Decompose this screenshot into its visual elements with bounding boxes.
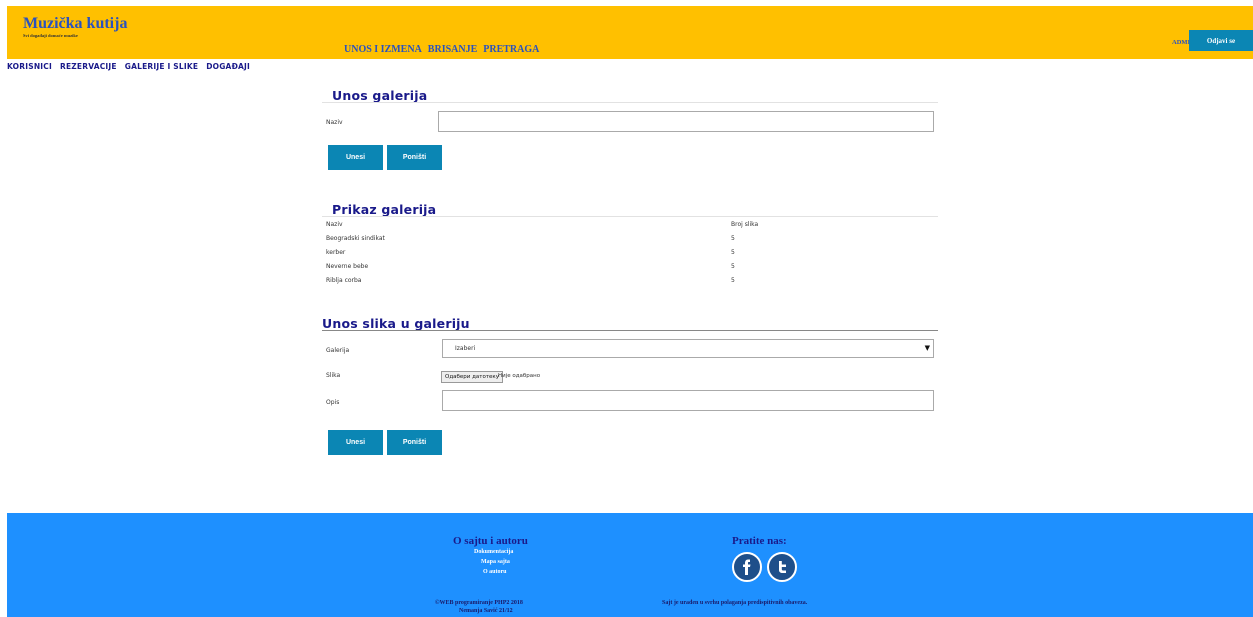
description-input[interactable] bbox=[442, 390, 934, 411]
gallery-name-label: Naziv bbox=[326, 119, 343, 126]
table-row: kerber 5 bbox=[326, 249, 938, 263]
image-count-cell: 5 bbox=[731, 277, 735, 284]
section-divider bbox=[322, 216, 938, 217]
description-label: Opis bbox=[326, 399, 340, 406]
gallery-reset-button[interactable]: Poništi bbox=[387, 145, 442, 170]
table-header: Naziv Broj slika bbox=[326, 221, 938, 235]
image-count-cell: 5 bbox=[731, 263, 735, 270]
column-header-naziv: Naziv bbox=[326, 221, 343, 228]
image-file-label: Slika bbox=[326, 372, 341, 379]
footer-link-o-autoru[interactable]: O autoru bbox=[483, 569, 507, 575]
gallery-select[interactable]: Izaberi ▼ bbox=[442, 339, 934, 358]
facebook-icon[interactable] bbox=[732, 552, 762, 582]
copyright-line2: Nemanja Savić 21/12 bbox=[459, 608, 513, 614]
choose-file-button[interactable]: Одабери датотеку bbox=[441, 371, 503, 383]
gallery-list-title: Prikaz galerija bbox=[332, 202, 437, 217]
footer-link-mapa-sajta[interactable]: Mapa sajta bbox=[481, 559, 510, 565]
image-entry-title: Unos slika u galeriju bbox=[322, 316, 470, 331]
image-reset-button[interactable]: Poništi bbox=[387, 430, 442, 455]
table-row: Neverne bebe 5 bbox=[326, 263, 938, 277]
subnav-rezervacije[interactable]: REZERVACIJE bbox=[60, 62, 117, 71]
column-header-broj-slika: Broj slika bbox=[731, 221, 759, 228]
gallery-name-cell: Beogradski sindikat bbox=[326, 235, 385, 242]
gallery-name-cell: kerber bbox=[326, 249, 346, 256]
subnav-korisnici[interactable]: KORISNICI bbox=[7, 62, 52, 71]
twitter-icon[interactable] bbox=[767, 552, 797, 582]
copyright-line1: ©WEB programiranje PHP2 2018 bbox=[435, 600, 523, 606]
subnav-galerije-i-slike[interactable]: GALERIJE I SLIKE bbox=[125, 62, 198, 71]
gallery-name-cell: Neverne bebe bbox=[326, 263, 369, 270]
about-heading: O sajtu i autoru bbox=[453, 535, 528, 547]
gallery-entry-title: Unos galerija bbox=[332, 88, 428, 103]
chevron-down-icon: ▼ bbox=[924, 344, 930, 352]
top-nav: UNOS I IZMENA BRISANJE PRETRAGA bbox=[344, 44, 539, 55]
section-divider bbox=[322, 102, 938, 103]
nav-unos-i-izmena[interactable]: UNOS I IZMENA bbox=[344, 44, 422, 55]
nav-pretraga[interactable]: PRETRAGA bbox=[483, 44, 539, 55]
site-subtitle: Svi događaji domaće muzike bbox=[23, 33, 78, 38]
image-count-cell: 5 bbox=[731, 249, 735, 256]
section-divider bbox=[322, 330, 938, 331]
nav-brisanje[interactable]: BRISANJE bbox=[428, 44, 477, 55]
footer: O sajtu i autoru Dokumentacija Mapa sajt… bbox=[7, 513, 1253, 617]
file-status-text: Није одабрано bbox=[498, 373, 541, 379]
image-submit-button[interactable]: Unesi bbox=[328, 430, 383, 455]
gallery-select-label: Galerija bbox=[326, 347, 350, 354]
table-row: Riblja corba 5 bbox=[326, 277, 938, 291]
subnav-dogadjaji[interactable]: DOGAĐAJI bbox=[206, 62, 250, 71]
image-count-cell: 5 bbox=[731, 235, 735, 242]
logout-button[interactable]: Odjavi se bbox=[1189, 30, 1253, 51]
header: Muzička kutija Svi događaji domaće muzik… bbox=[7, 6, 1253, 59]
gallery-submit-button[interactable]: Unesi bbox=[328, 145, 383, 170]
footer-link-dokumentacija[interactable]: Dokumentacija bbox=[474, 549, 513, 555]
sub-nav: KORISNICI REZERVACIJE GALERIJE I SLIKE D… bbox=[7, 62, 250, 71]
follow-heading: Pratite nas: bbox=[732, 535, 787, 547]
gallery-select-value: Izaberi bbox=[455, 345, 476, 352]
gallery-name-input[interactable] bbox=[438, 111, 934, 132]
site-title[interactable]: Muzička kutija bbox=[23, 15, 127, 33]
gallery-name-cell: Riblja corba bbox=[326, 277, 362, 284]
footer-note: Sajt je urađen u svrhu polaganja predisp… bbox=[662, 600, 808, 606]
table-row: Beogradski sindikat 5 bbox=[326, 235, 938, 249]
